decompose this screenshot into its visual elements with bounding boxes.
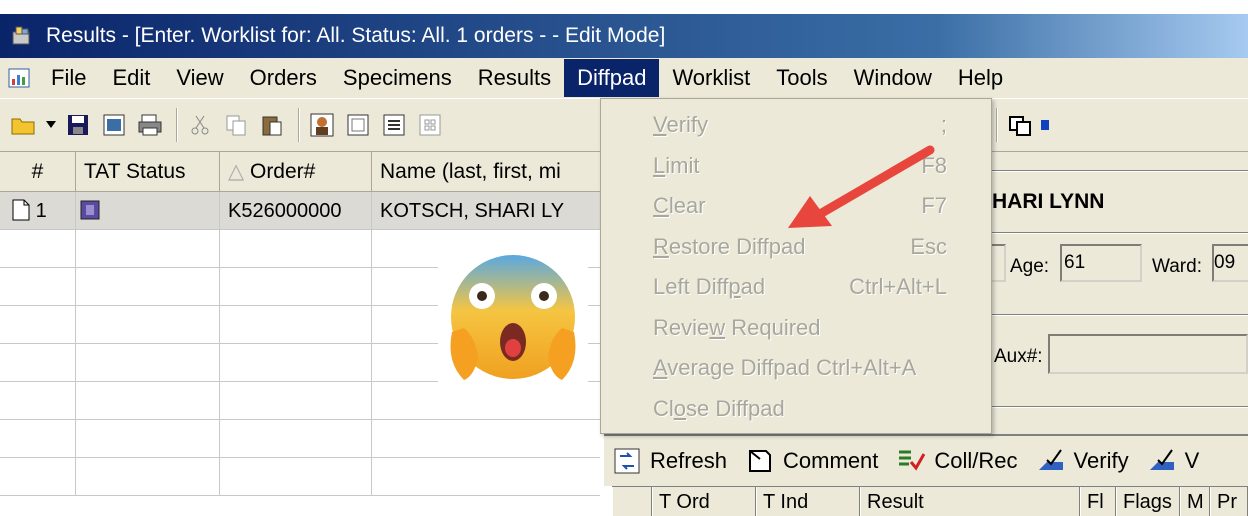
column-header-t-ord[interactable]: T Ord xyxy=(652,487,756,516)
column-header-name[interactable]: Name (last, first, mi xyxy=(372,152,600,192)
menu-tools[interactable]: Tools xyxy=(763,59,840,97)
refresh-label: Refresh xyxy=(650,448,728,473)
document-icon xyxy=(12,199,30,221)
refresh-button[interactable]: Refresh xyxy=(612,446,727,476)
print-icon[interactable] xyxy=(134,107,166,143)
divider xyxy=(992,232,1248,234)
verify-button[interactable]: Verify xyxy=(1036,446,1129,476)
column-header-t-ind[interactable]: T Ind xyxy=(756,487,860,516)
order-number-cell: K526000000 xyxy=(220,192,372,230)
form-icon[interactable] xyxy=(342,107,374,143)
column-header-pr[interactable]: Pr xyxy=(1210,487,1248,516)
menu-view[interactable]: View xyxy=(163,59,236,97)
menu-item-average-diffpad[interactable]: Average Diffpad Ctrl+Alt+A xyxy=(601,348,991,389)
column-header-result[interactable]: Result xyxy=(860,487,1080,516)
table-row[interactable] xyxy=(0,458,600,496)
patient-name-label: HARI LYNN xyxy=(992,190,1105,213)
row-number: 1 xyxy=(35,200,47,222)
divider xyxy=(992,170,1248,172)
person-icon[interactable] xyxy=(306,107,338,143)
shocked-face-emoji xyxy=(438,250,588,384)
verify-next-button[interactable]: V xyxy=(1147,446,1200,476)
save-as-icon[interactable] xyxy=(98,107,130,143)
verify-next-icon xyxy=(1147,446,1177,476)
results-toolbar: Refresh Comment Coll/Rec Verify V xyxy=(604,434,1248,486)
menu-specimens[interactable]: Specimens xyxy=(330,59,465,97)
comment-icon xyxy=(745,446,775,476)
comment-label: Comment xyxy=(783,448,879,473)
menu-worklist[interactable]: Worklist xyxy=(659,59,763,97)
sort-triangle-icon: △ xyxy=(228,160,250,183)
copy-window-icon[interactable] xyxy=(1004,107,1036,143)
verify-icon xyxy=(1036,446,1066,476)
toolbar-separator xyxy=(298,108,300,142)
list-icon[interactable] xyxy=(378,107,410,143)
age-label: Age: xyxy=(1010,256,1050,277)
paste-icon[interactable] xyxy=(256,107,288,143)
tat-status-icon xyxy=(80,200,100,220)
table-row[interactable] xyxy=(0,382,600,420)
dropdown-arrow-icon[interactable] xyxy=(44,107,58,143)
ward-label: Ward: xyxy=(1152,256,1202,277)
blue-marker-icon[interactable] xyxy=(1040,107,1050,143)
open-folder-icon[interactable] xyxy=(8,107,40,143)
results-grid-header: T Ord T Ind Result Fl Flags M Pr xyxy=(612,486,1248,516)
aux-field[interactable] xyxy=(1048,334,1248,374)
menu-help[interactable]: Help xyxy=(945,59,1016,97)
verify-next-label: V xyxy=(1184,448,1200,473)
divider xyxy=(992,314,1248,316)
cut-icon[interactable] xyxy=(184,107,216,143)
menu-file[interactable]: File xyxy=(38,59,99,97)
table-row[interactable] xyxy=(0,420,600,458)
menu-orders[interactable]: Orders xyxy=(237,59,330,97)
patient-name-cell: KOTSCH, SHARI LY xyxy=(380,200,565,222)
column-header-order-label: Order# xyxy=(249,160,316,183)
grid-header: # TAT Status △ Order# Name (last, first,… xyxy=(0,152,600,192)
shortcut: ; xyxy=(940,112,947,138)
menu-results[interactable]: Results xyxy=(465,59,564,97)
field-edge xyxy=(992,244,1006,282)
verify-label: Verify xyxy=(1073,448,1129,473)
comment-button[interactable]: Comment xyxy=(745,446,878,476)
column-header-selector[interactable] xyxy=(612,487,652,516)
annotation-arrow-icon xyxy=(788,145,935,228)
coll-rec-icon xyxy=(896,446,926,476)
grid-icon[interactable] xyxy=(414,107,446,143)
toolbar-separator xyxy=(996,108,998,142)
aux-label: Aux#: xyxy=(994,346,1043,367)
menu-window[interactable]: Window xyxy=(841,59,945,97)
tat-status-cell xyxy=(76,192,220,230)
toolbar-separator xyxy=(176,108,178,142)
column-header-number[interactable]: # xyxy=(0,152,76,192)
column-header-fl[interactable]: Fl xyxy=(1080,487,1116,516)
column-header-m[interactable]: M xyxy=(1180,487,1210,516)
column-header-flags[interactable]: Flags xyxy=(1116,487,1180,516)
title-bar: Results - [Enter. Worklist for: All. Sta… xyxy=(0,14,1248,58)
menu-item-close-diffpad[interactable]: Close Diffpad xyxy=(601,389,991,430)
ward-field[interactable]: 09 xyxy=(1212,244,1248,282)
menu-diffpad[interactable]: Diffpad xyxy=(564,59,660,97)
menu-item-left-diffpad[interactable]: Left Diffpad Ctrl+Alt+L xyxy=(601,267,991,308)
copy-icon[interactable] xyxy=(220,107,252,143)
app-icon xyxy=(8,22,36,50)
menu-edit[interactable]: Edit xyxy=(99,59,163,97)
row-number-cell: 1 xyxy=(0,192,76,230)
age-field[interactable]: 61 xyxy=(1060,244,1142,282)
menu-bar: File Edit View Orders Specimens Results … xyxy=(0,58,1248,98)
table-row[interactable]: 1 K526000000 KOTSCH, SHARI LY xyxy=(0,192,600,230)
shortcut: Ctrl+Alt+L xyxy=(849,274,947,300)
menu-item-review-required[interactable]: Review Required xyxy=(601,308,991,349)
document-icon[interactable] xyxy=(4,63,34,93)
refresh-icon xyxy=(612,446,642,476)
window-title: Results - [Enter. Worklist for: All. Sta… xyxy=(46,24,666,47)
column-header-order[interactable]: △ Order# xyxy=(220,152,372,192)
divider xyxy=(992,406,1248,408)
coll-rec-label: Coll/Rec xyxy=(934,448,1018,473)
column-header-tat-status[interactable]: TAT Status xyxy=(76,152,220,192)
coll-rec-button[interactable]: Coll/Rec xyxy=(896,446,1018,476)
save-icon[interactable] xyxy=(62,107,94,143)
